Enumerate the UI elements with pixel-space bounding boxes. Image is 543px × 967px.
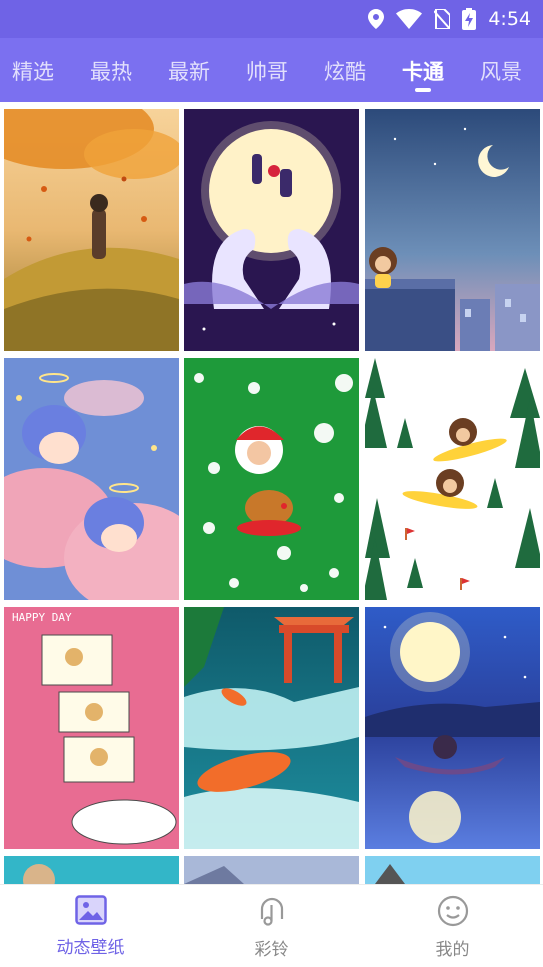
nav-ringtone[interactable]: 彩铃 xyxy=(181,885,362,967)
nav-live-wallpaper[interactable]: 动态壁纸 xyxy=(0,885,181,967)
wallpaper-thumb-moon-swans[interactable] xyxy=(184,109,359,351)
music-note-icon xyxy=(256,895,288,931)
smile-face-icon xyxy=(437,895,469,931)
battery-charging-icon xyxy=(462,8,477,30)
wallpaper-thumb-happy-day[interactable]: HAPPY DAY xyxy=(4,607,179,849)
tab-scenery[interactable]: 风景 xyxy=(462,54,540,86)
nav-label-mine: 我的 xyxy=(435,940,470,960)
nav-label-ringtone: 彩铃 xyxy=(254,940,289,960)
wallpaper-thumb-moon-lake[interactable] xyxy=(365,607,540,849)
nav-mine[interactable]: 我的 xyxy=(362,885,543,967)
wallpaper-thumb-santa-green[interactable] xyxy=(184,358,359,600)
happy-day-text: HAPPY DAY xyxy=(12,611,72,624)
no-sim-icon xyxy=(434,9,451,29)
wallpaper-grid: HAPPY DAY xyxy=(0,102,543,884)
location-icon xyxy=(368,9,385,29)
tab-cartoon[interactable]: 卡通 xyxy=(384,54,462,92)
tab-newest[interactable]: 最新 xyxy=(150,54,228,86)
wallpaper-thumb-snowboarding[interactable] xyxy=(365,358,540,600)
wallpaper-thumb-partial-2[interactable] xyxy=(184,856,359,884)
wallpaper-thumb-night-rooftop[interactable] xyxy=(365,109,540,351)
tab-handsome[interactable]: 帅哥 xyxy=(228,54,306,86)
wallpaper-thumb-sleeping-angels[interactable] xyxy=(4,358,179,600)
wifi-icon xyxy=(396,9,423,29)
wallpaper-thumb-autumn-girl[interactable] xyxy=(4,109,179,351)
tab-hottest[interactable]: 最热 xyxy=(72,54,150,86)
tab-featured[interactable]: 精选 xyxy=(0,54,72,86)
status-time: 4:54 xyxy=(488,8,531,30)
category-tabs: 精选 最热 最新 帅哥 炫酷 卡通 风景 xyxy=(0,38,543,102)
wallpaper-thumb-partial-3[interactable] xyxy=(365,856,540,884)
wallpaper-thumb-koi-waterfall[interactable] xyxy=(184,607,359,849)
bottom-navigation: 动态壁纸 彩铃 我的 xyxy=(0,884,543,967)
wallpaper-thumb-partial-1[interactable] xyxy=(4,856,179,884)
status-bar: 4:54 xyxy=(0,0,543,38)
tab-cool[interactable]: 炫酷 xyxy=(306,54,384,86)
image-icon xyxy=(74,895,107,929)
nav-label-live-wallpaper: 动态壁纸 xyxy=(56,938,125,958)
